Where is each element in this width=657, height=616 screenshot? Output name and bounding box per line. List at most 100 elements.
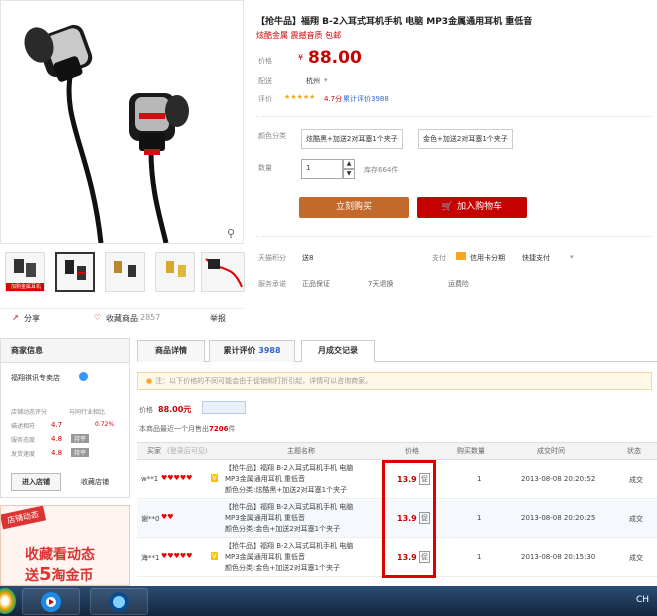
monthly-total-prefix: 本商品最近一个月售出	[139, 425, 209, 433]
tab-details[interactable]: 商品详情	[137, 340, 205, 362]
row-status: 成交	[629, 554, 643, 562]
enter-shop-button[interactable]: 进入店铺	[11, 473, 61, 491]
row-title-line-2: MP3金属通用耳机 重低音	[225, 514, 305, 522]
banner-line-1: 收藏看动态	[25, 547, 95, 563]
vip-icon: V	[211, 552, 218, 560]
rating-score: 4.7分	[324, 95, 343, 103]
language-indicator[interactable]: CH	[636, 595, 649, 605]
col-qty: 购买数量	[457, 447, 485, 455]
tab-reviews-label: 累计评价	[223, 346, 256, 355]
buy-now-button[interactable]: 立刻购买	[299, 197, 409, 218]
taskbar-app-player[interactable]	[22, 588, 80, 615]
thumbnail[interactable]: 加购金属耳机	[5, 252, 45, 292]
report-link[interactable]: 举报	[210, 313, 226, 324]
share-link[interactable]: 分享	[24, 313, 40, 324]
start-button-icon[interactable]	[0, 588, 16, 614]
add-to-cart-button[interactable]: 🛒 加入购物车	[417, 197, 527, 218]
currency-symbol: ¥	[298, 53, 304, 62]
row-title-line-2: MP3金属通用耳机 重低音	[225, 553, 305, 561]
service-item: 运费险	[448, 280, 469, 288]
row-status: 成交	[629, 515, 643, 523]
row-qty: 1	[477, 553, 482, 561]
quantity-down-button[interactable]: ▼	[343, 169, 355, 179]
stock-text: 库存664件	[364, 166, 399, 174]
wangwang-icon[interactable]	[79, 372, 88, 381]
row-title-line-1: 【抢牛品】福翔 B-2入耳式耳机手机 电脑	[225, 503, 354, 511]
price-highlight-box	[382, 460, 436, 578]
row-status: 成交	[629, 476, 643, 484]
row-qty: 1	[477, 475, 482, 483]
thumbnail-strip: 加购金属耳机	[5, 252, 245, 294]
divider	[256, 236, 652, 237]
shop-dynamic-banner[interactable]: 店铺动态 收藏看动态 送5淘金币	[0, 505, 130, 586]
thumbnail-badge: 加购金属耳机	[6, 283, 44, 291]
buyer-level-hearts: ♥♥♥♥♥	[161, 552, 193, 560]
divider	[256, 116, 652, 117]
metric-label: 描述相符	[11, 423, 36, 430]
metric-value: 4.7	[51, 421, 63, 429]
buyer-name: w**1	[141, 475, 159, 483]
delivery-city[interactable]: 杭州	[306, 76, 320, 86]
add-to-cart-label: 加入购物车	[457, 202, 503, 212]
magnifier-icon[interactable]: ⚲	[227, 227, 235, 240]
earphones-image	[24, 24, 189, 244]
metric-compare: 持平	[71, 448, 90, 457]
buyer-name: 海**1	[141, 554, 160, 562]
thumbnail[interactable]	[105, 252, 145, 292]
payment-label: 支付	[432, 254, 446, 262]
notice-text: 注：以下价格的不同可能会由于促销和打折引起，详情可以咨询商家。	[155, 377, 373, 385]
credit-card-icon	[456, 252, 466, 260]
records-table-header: 买家 (登录后可见) 主题名称 价格 购买数量 成交时间 状态	[137, 442, 657, 460]
heart-icon: ♡	[94, 313, 102, 322]
option-gold[interactable]: 金色+加送2对耳塞1个夹子	[418, 129, 513, 149]
vip-icon: V	[211, 474, 218, 482]
row-title-line-3: 颜色分类:炫酷黑+加送2对耳塞1个夹子	[225, 486, 348, 494]
tab-reviews[interactable]: 累计评价 3988	[209, 340, 295, 362]
quantity-label: 数量	[258, 164, 272, 172]
thumbnail[interactable]	[155, 252, 195, 292]
col-title: 主题名称	[287, 447, 315, 455]
service-item: 正品保证	[302, 280, 330, 288]
quantity-up-button[interactable]: ▲	[343, 159, 355, 169]
col-time: 成交时间	[537, 447, 565, 455]
express-pay: 快捷支付	[522, 254, 550, 262]
windows-taskbar: CH	[0, 586, 657, 616]
points-value: 送8	[302, 254, 314, 262]
thumbnail[interactable]	[201, 252, 245, 292]
quantity-input[interactable]: 1	[301, 159, 343, 179]
col-buyer-note[interactable]: (登录后可见)	[167, 446, 207, 456]
row-title-line-2: MP3金属通用耳机 重低音	[225, 475, 305, 483]
tab-monthly-records[interactable]: 月成交记录	[301, 340, 375, 363]
favorite-shop-link[interactable]: 收藏店铺	[81, 477, 109, 487]
buyer-name: 谢**0	[141, 515, 160, 523]
product-title: 【抢牛品】福翔 B-2入耳式耳机手机 电脑 MP3金属通用耳机 重低音	[256, 17, 533, 27]
main-product-image[interactable]: ⚲	[0, 0, 244, 244]
thumbnail-selected[interactable]	[55, 252, 95, 292]
price-label: 价格	[258, 57, 272, 65]
credit-installment: 信用卡分期	[470, 254, 505, 262]
review-count-link[interactable]: 累计评价3988	[343, 94, 389, 104]
banner-line-2-c: 淘金币	[51, 568, 94, 584]
row-time: 2013-08-08 20:20:52	[521, 475, 596, 483]
shop-rating-header: 店铺动态评分	[11, 409, 48, 416]
share-bar: ↗ 分享 ♡ 收藏商品 2857 举报	[0, 308, 244, 326]
metric-compare: 持平	[71, 434, 90, 443]
row-time: 2013-08-08 20:20:25	[521, 514, 596, 522]
shop-info-header: 商家信息	[1, 339, 129, 363]
info-icon: ●	[146, 377, 153, 385]
buyer-level-hearts: ♥♥♥♥♥	[161, 474, 193, 482]
option-black[interactable]: 炫酷黑+加送2对耳塞1个夹子	[301, 129, 403, 149]
shop-name[interactable]: 福翔祺讯专卖店	[11, 373, 60, 383]
color-label: 颜色分类	[258, 132, 286, 140]
rating-stars: ★★★★★	[284, 93, 316, 101]
monthly-total: 本商品最近一个月售出7206件	[139, 424, 235, 434]
favorite-link[interactable]: 收藏商品	[106, 313, 138, 324]
banner-line-2: 送5淘金币	[25, 564, 94, 585]
delivery-label: 配送	[258, 77, 272, 85]
banner-line-2-b: 5	[39, 564, 52, 585]
taskbar-app-qq-player[interactable]	[90, 588, 148, 615]
col-price: 价格	[405, 447, 419, 455]
metric-label: 服务态度	[11, 437, 36, 444]
banner-tag: 店铺动态	[1, 506, 47, 530]
monthly-total-count: 7206	[209, 425, 229, 433]
